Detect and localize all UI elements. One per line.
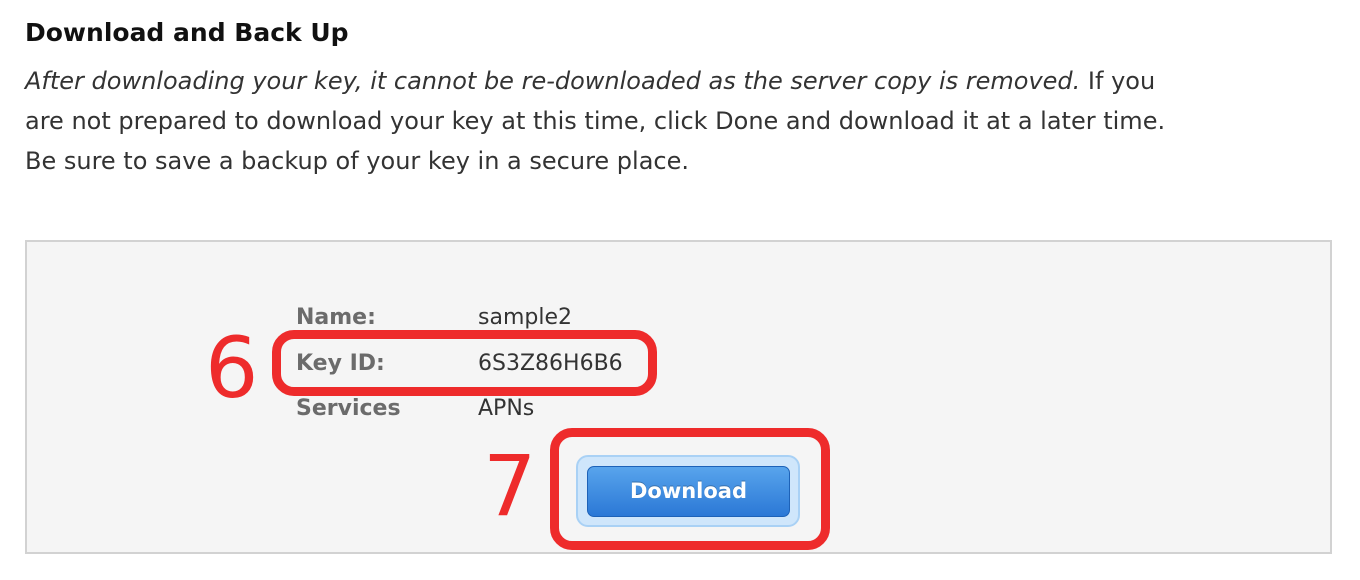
description-line-2: are not prepared to download your key at…: [25, 107, 1166, 135]
key-services-value: APNs: [478, 396, 535, 421]
annotation-box-download: [550, 428, 830, 550]
annotation-step-6: 6: [205, 319, 259, 417]
warning-text: After downloading your key, it cannot be…: [25, 67, 1081, 95]
key-services-label: Services: [296, 396, 401, 421]
description-line-1-rest: If you: [1080, 67, 1156, 95]
description-line-1: After downloading your key, it cannot be…: [25, 61, 1325, 101]
section-heading: Download and Back Up: [25, 18, 349, 47]
annotation-step-7: 7: [483, 437, 537, 535]
description-line-3: Be sure to save a backup of your key in …: [25, 147, 689, 175]
annotation-box-key-id: [272, 330, 657, 396]
description-paragraph: After downloading your key, it cannot be…: [25, 61, 1325, 181]
